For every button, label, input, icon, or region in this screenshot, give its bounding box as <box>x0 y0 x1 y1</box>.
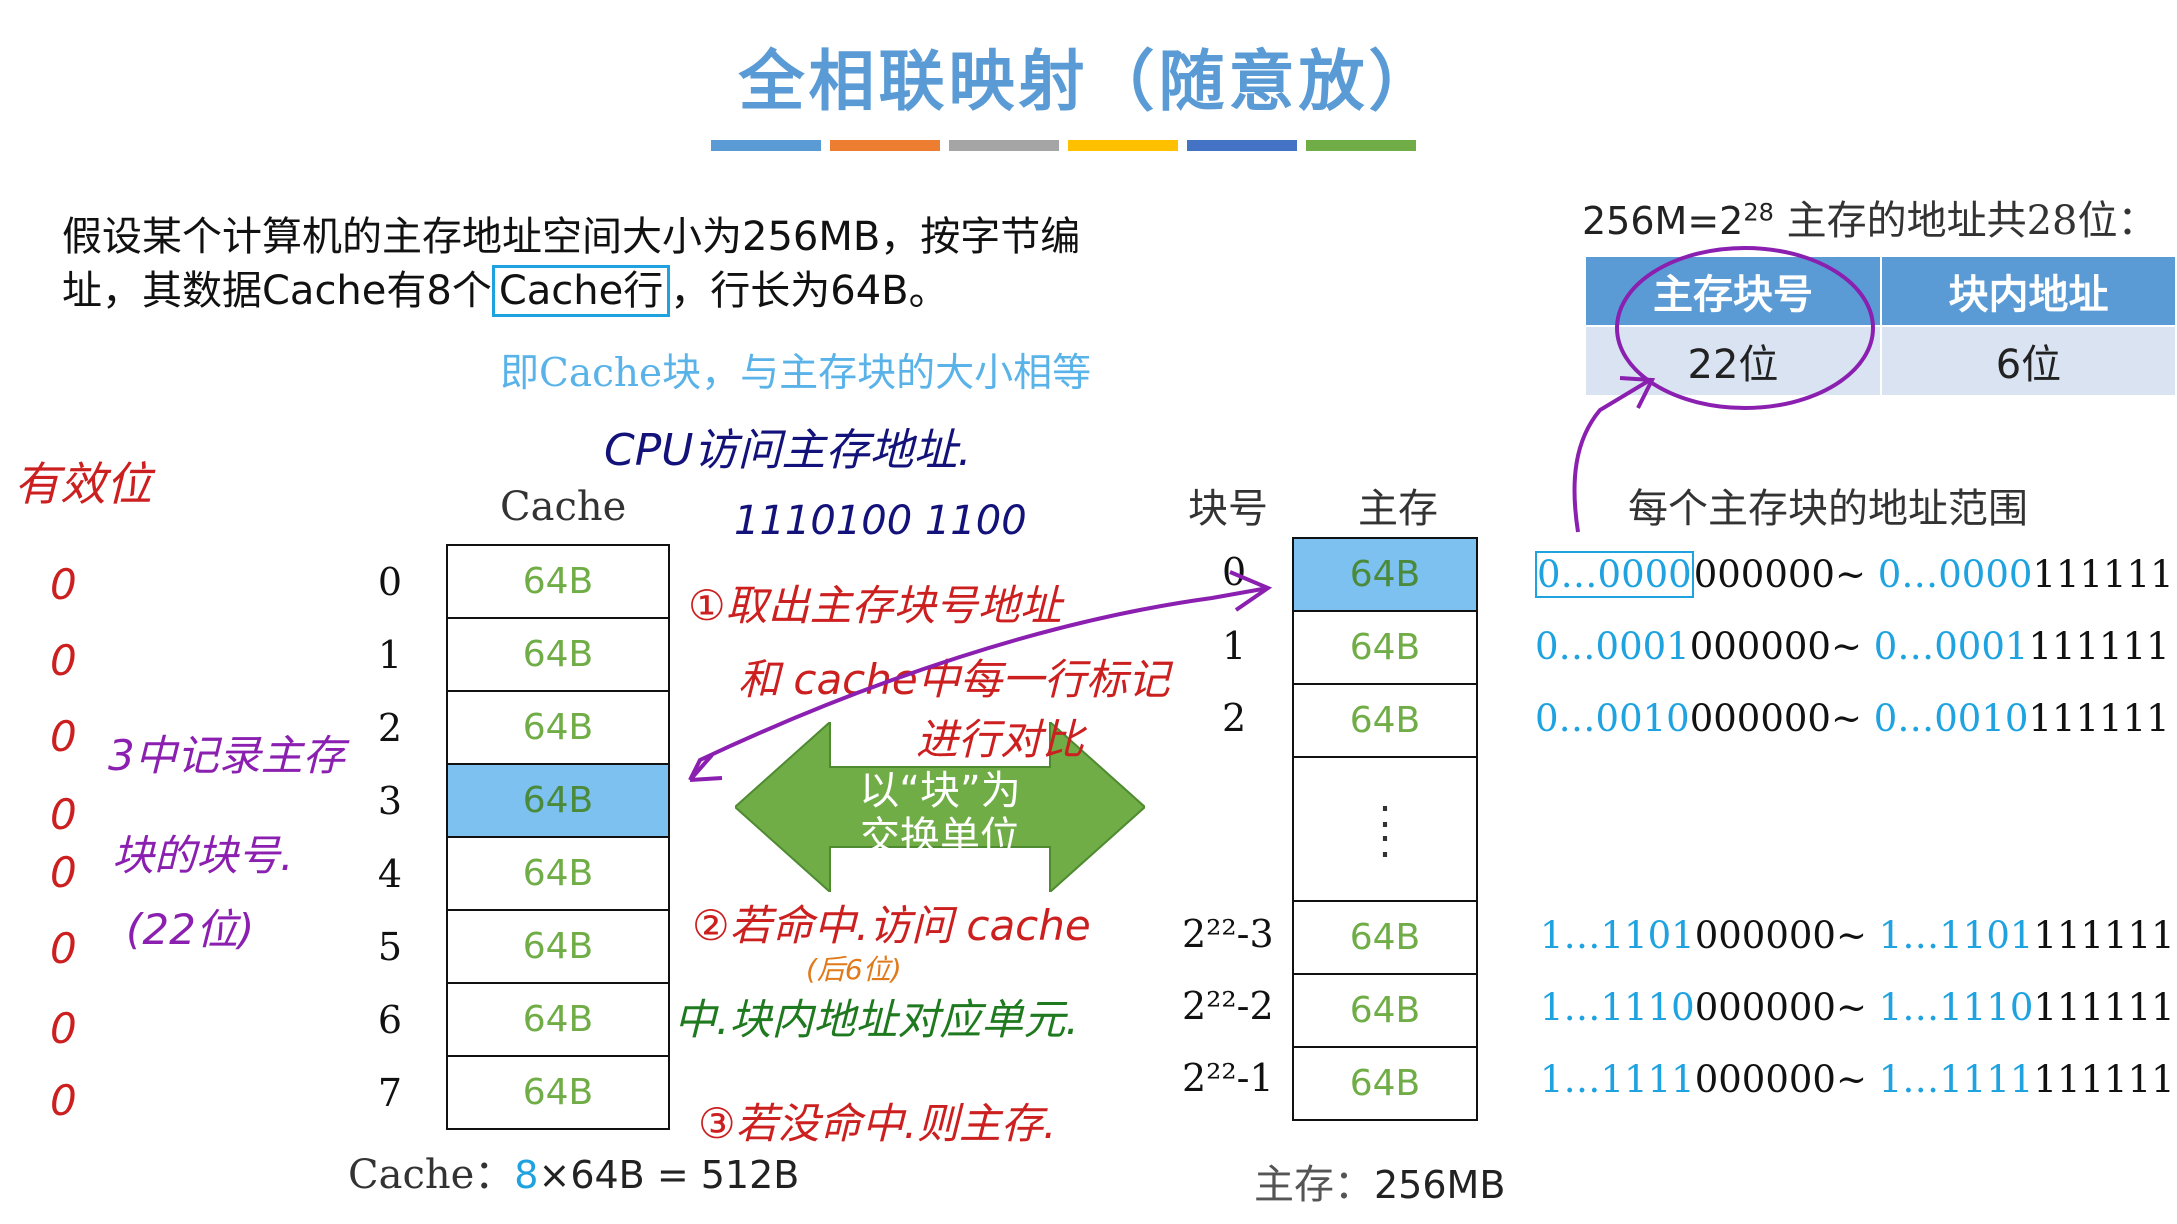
annotation-strokes <box>688 246 1875 782</box>
